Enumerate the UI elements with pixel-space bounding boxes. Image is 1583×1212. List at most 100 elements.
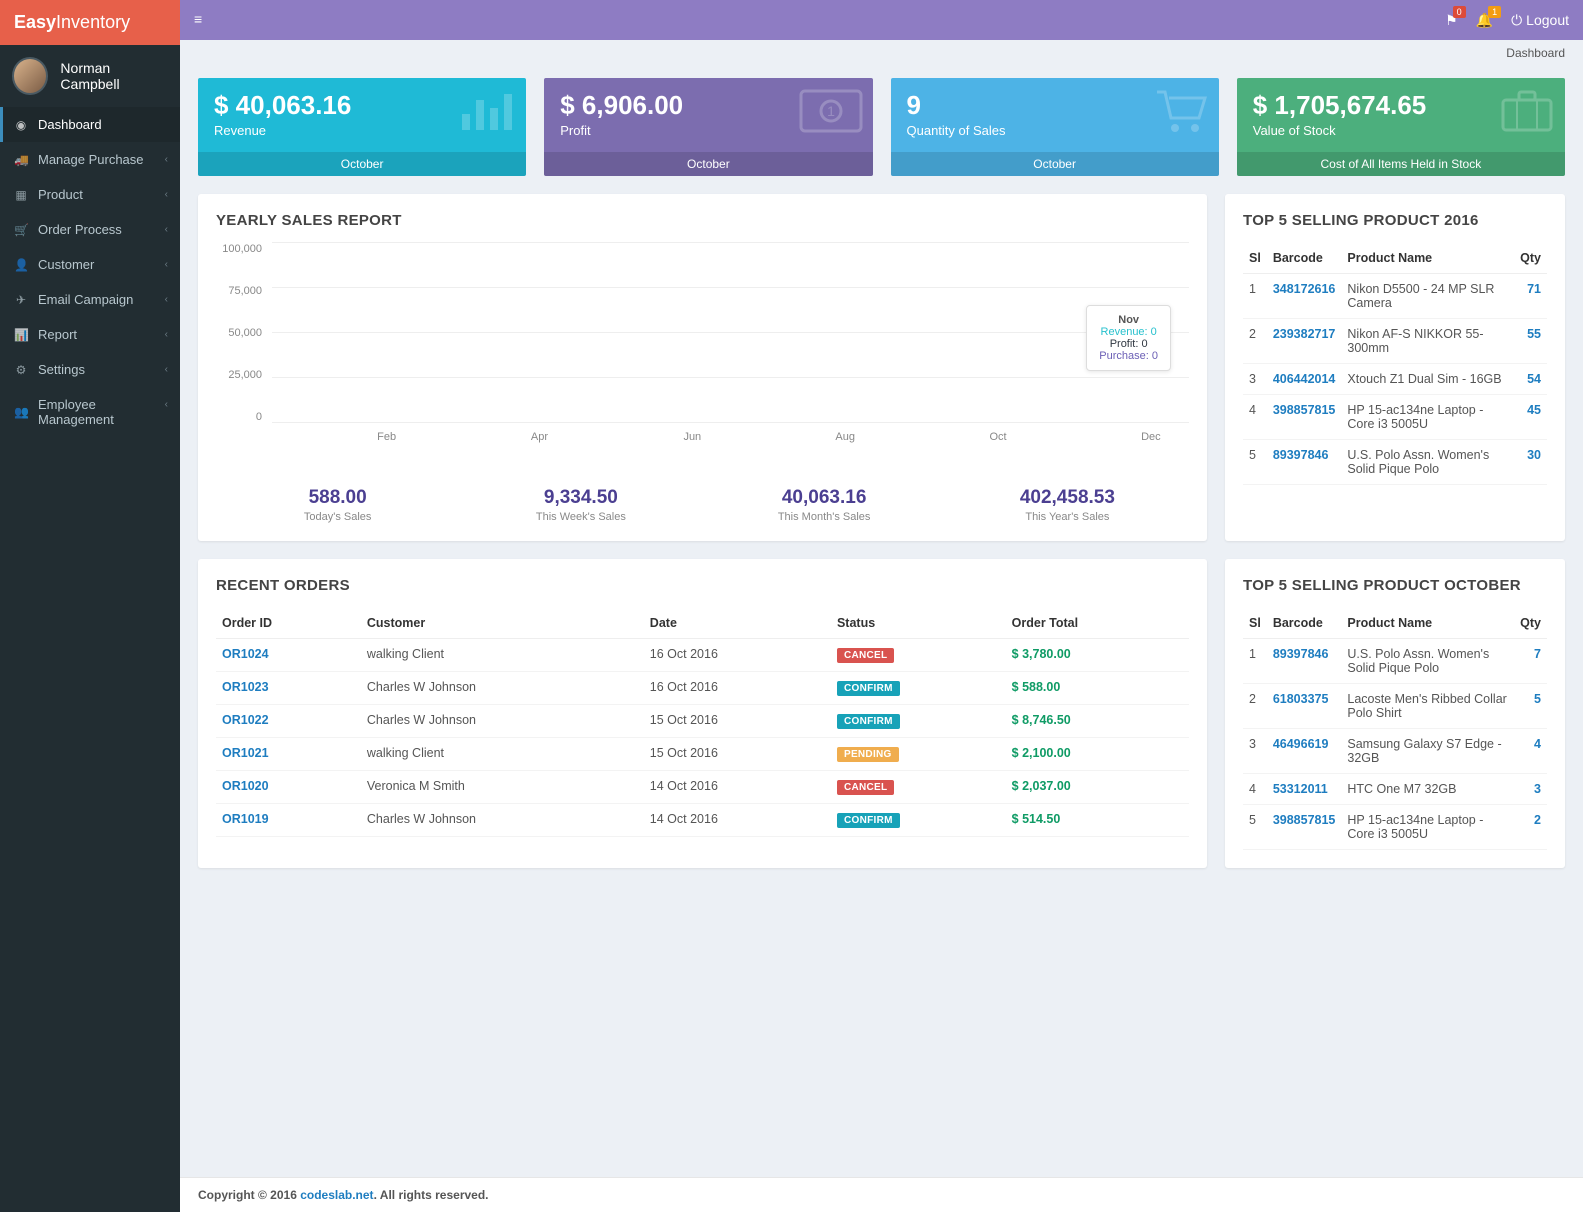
flag-icon[interactable]: ⚑0 xyxy=(1445,12,1458,29)
barcode-link[interactable]: 398857815 xyxy=(1273,813,1336,827)
sidebar-item-label: Product xyxy=(38,187,83,202)
top5-year-panel: TOP 5 SELLING PRODUCT 2016 Sl Barcode Pr… xyxy=(1225,194,1565,541)
panel-title: RECENT ORDERS xyxy=(216,577,1189,594)
barcode-link[interactable]: 398857815 xyxy=(1273,403,1336,417)
barcode-link[interactable]: 61803375 xyxy=(1273,692,1329,706)
sidebar-item-label: Customer xyxy=(38,257,94,272)
sidebar-item-email-campaign[interactable]: ✈ Email Campaign xyxy=(0,282,180,317)
status-badge: CONFIRM xyxy=(837,681,900,696)
status-badge: PENDING xyxy=(837,747,899,762)
table-row: 346496619Samsung Galaxy S7 Edge - 32GB4 xyxy=(1243,729,1547,774)
status-badge: CONFIRM xyxy=(837,714,900,729)
stat-footer: October xyxy=(198,152,526,176)
barcode-link[interactable]: 348172616 xyxy=(1273,282,1336,296)
chevron-left-icon: ‹ xyxy=(165,399,168,410)
status-badge: CONFIRM xyxy=(837,813,900,828)
barcode-link[interactable]: 239382717 xyxy=(1273,327,1336,341)
recent-orders-panel: RECENT ORDERS Order ID Customer Date Sta… xyxy=(198,559,1207,868)
order-id-link[interactable]: OR1022 xyxy=(222,713,269,727)
menu-toggle-icon[interactable]: ≡ xyxy=(194,11,202,27)
table-row: 189397846U.S. Polo Assn. Women's Solid P… xyxy=(1243,639,1547,684)
nav-icon: 📊 xyxy=(14,328,28,342)
yearly-sales-chart: 100,00075,00050,00025,0000 FebAprJunAugO… xyxy=(216,243,1189,453)
strip-value: 40,063.16 xyxy=(703,487,946,509)
table-row: 261803375Lacoste Men's Ribbed Collar Pol… xyxy=(1243,684,1547,729)
nav-icon: ✈ xyxy=(14,293,28,307)
footer-link[interactable]: codeslab.net xyxy=(300,1188,373,1202)
yearly-sales-panel: YEARLY SALES REPORT 100,00075,00050,0002… xyxy=(198,194,1207,541)
sidebar-item-label: Dashboard xyxy=(38,117,102,132)
nav-icon: 🛒 xyxy=(14,223,28,237)
sidebar-item-report[interactable]: 📊 Report xyxy=(0,317,180,352)
strip-label: This Year's Sales xyxy=(946,511,1189,523)
barcode-link[interactable]: 89397846 xyxy=(1273,647,1329,661)
table-row: 4398857815HP 15-ac134ne Laptop - Core i3… xyxy=(1243,395,1547,440)
stat-card[interactable]: $ 6,906.00Profit1October xyxy=(544,78,872,176)
table-row: 589397846U.S. Polo Assn. Women's Solid P… xyxy=(1243,440,1547,485)
stat-card[interactable]: $ 40,063.16RevenueOctober xyxy=(198,78,526,176)
nav-icon: ⚙ xyxy=(14,363,28,377)
avatar[interactable] xyxy=(12,57,48,95)
order-id-link[interactable]: OR1023 xyxy=(222,680,269,694)
panel-title: TOP 5 SELLING PRODUCT 2016 xyxy=(1243,212,1547,229)
sidebar-item-order-process[interactable]: 🛒Order Process xyxy=(0,212,180,247)
sidebar-item-label: Email Campaign xyxy=(38,292,133,307)
sidebar-item-customer[interactable]: 👤 Customer xyxy=(0,247,180,282)
table-row: 453312011HTC One M7 32GB3 xyxy=(1243,774,1547,805)
table-row: 2239382717Nikon AF-S NIKKOR 55-300mm55 xyxy=(1243,319,1547,364)
chevron-left-icon: ‹ xyxy=(165,329,168,340)
recent-orders-table: Order ID Customer Date Status Order Tota… xyxy=(216,608,1189,837)
chart-tooltip: Nov Revenue: 0 Profit: 0 Purchase: 0 xyxy=(1086,305,1171,371)
sidebar-item-settings[interactable]: ⚙ Settings xyxy=(0,352,180,387)
brand-rest: Inventory xyxy=(56,12,130,32)
top5-year-table: Sl Barcode Product Name Qty 1348172616Ni… xyxy=(1243,243,1547,485)
barcode-link[interactable]: 53312011 xyxy=(1273,782,1328,796)
stat-footer: October xyxy=(544,152,872,176)
sidebar: EasyInventory Norman Campbell ◉Dashboard… xyxy=(0,0,180,1212)
sidebar-item-label: Settings xyxy=(38,362,85,377)
stat-bg-icon xyxy=(1499,86,1555,147)
chevron-left-icon: ‹ xyxy=(165,224,168,235)
sidebar-item-label: Employee Management xyxy=(38,397,166,427)
strip-label: This Month's Sales xyxy=(703,511,946,523)
sidebar-item-employee-management[interactable]: 👥 Employee Management xyxy=(0,387,180,437)
nav-icon: 👤 xyxy=(14,258,28,272)
strip-label: Today's Sales xyxy=(216,511,459,523)
nav-icon: 👥 xyxy=(14,405,28,419)
logout-button[interactable]: ⏻Logout xyxy=(1511,12,1569,29)
brand-logo[interactable]: EasyInventory xyxy=(0,0,180,45)
footer: Copyright © 2016 codeslab.net. All right… xyxy=(180,1177,1583,1212)
barcode-link[interactable]: 46496619 xyxy=(1273,737,1329,751)
order-id-link[interactable]: OR1019 xyxy=(222,812,269,826)
chevron-left-icon: ‹ xyxy=(165,259,168,270)
sidebar-item-dashboard[interactable]: ◉Dashboard xyxy=(0,107,180,142)
panel-title: YEARLY SALES REPORT xyxy=(216,212,1189,229)
stat-card[interactable]: 9Quantity of SalesOctober xyxy=(891,78,1219,176)
table-row: 5398857815HP 15-ac134ne Laptop - Core i3… xyxy=(1243,805,1547,850)
table-row: OR1023Charles W Johnson16 Oct 2016CONFIR… xyxy=(216,672,1189,705)
barcode-link[interactable]: 89397846 xyxy=(1273,448,1329,462)
table-row: 1348172616Nikon D5500 - 24 MP SLR Camera… xyxy=(1243,274,1547,319)
sidebar-item-manage-purchase[interactable]: 🚚Manage Purchase xyxy=(0,142,180,177)
status-badge: CANCEL xyxy=(837,780,894,795)
strip-value: 9,334.50 xyxy=(459,487,702,509)
table-row: OR1020Veronica M Smith14 Oct 2016CANCEL$… xyxy=(216,771,1189,804)
order-id-link[interactable]: OR1021 xyxy=(222,746,269,760)
sidebar-item-product[interactable]: ▦ Product xyxy=(0,177,180,212)
user-name: Norman Campbell xyxy=(60,60,168,92)
table-row: 3406442014Xtouch Z1 Dual Sim - 16GB54 xyxy=(1243,364,1547,395)
nav-icon: ▦ xyxy=(14,188,28,202)
chevron-left-icon: ‹ xyxy=(165,364,168,375)
power-icon: ⏻ xyxy=(1511,12,1522,29)
stat-card[interactable]: $ 1,705,674.65Value of StockCost of All … xyxy=(1237,78,1565,176)
sidebar-nav: ◉Dashboard🚚Manage Purchase‹▦Product‹🛒Ord… xyxy=(0,107,180,437)
sidebar-item-label: Report xyxy=(38,327,77,342)
barcode-link[interactable]: 406442014 xyxy=(1273,372,1336,386)
order-id-link[interactable]: OR1020 xyxy=(222,779,269,793)
stat-cards: $ 40,063.16RevenueOctober$ 6,906.00Profi… xyxy=(198,78,1565,176)
bell-icon[interactable]: 🔔1 xyxy=(1476,12,1493,29)
flag-badge: 0 xyxy=(1453,6,1466,18)
order-id-link[interactable]: OR1024 xyxy=(222,647,269,661)
stat-footer: October xyxy=(891,152,1219,176)
strip-value: 402,458.53 xyxy=(946,487,1189,509)
